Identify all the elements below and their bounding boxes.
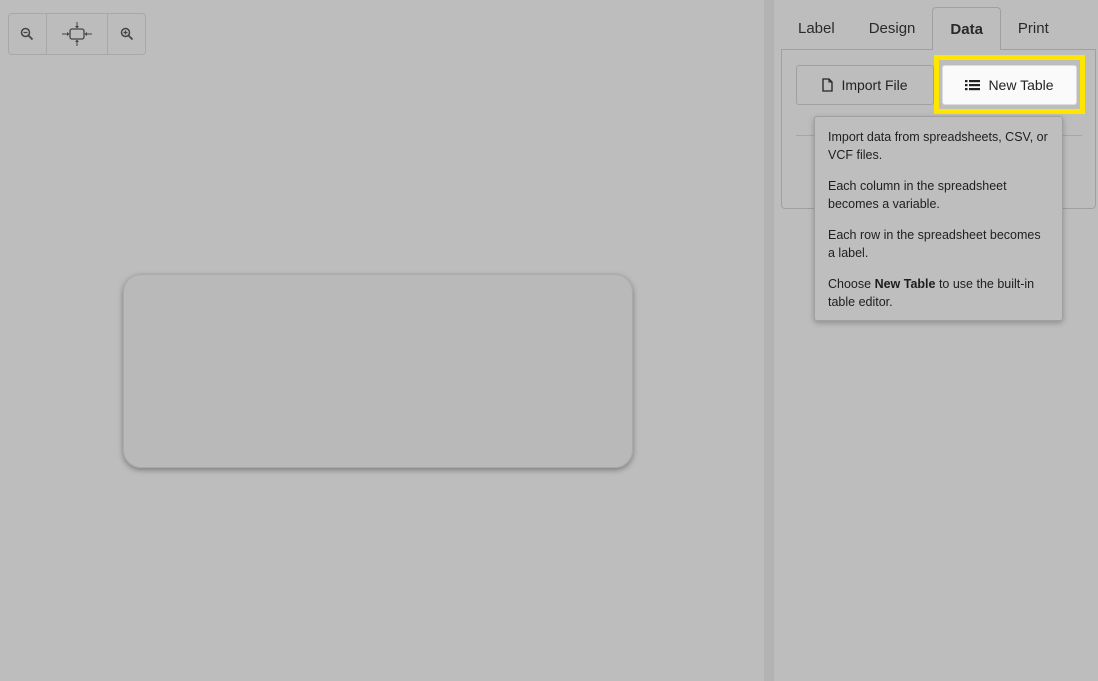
- tooltip-text-4: Choose New Table to use the built-in tab…: [828, 275, 1050, 311]
- import-help-tooltip: Import data from spreadsheets, CSV, or V…: [814, 116, 1063, 321]
- zoom-in-icon: [120, 27, 133, 41]
- tooltip-text-1: Import data from spreadsheets, CSV, or V…: [828, 130, 1048, 162]
- right-panel: Label Design Data Print Import File New …: [774, 0, 1098, 681]
- import-file-label: Import File: [841, 77, 908, 93]
- zoom-out-icon: [21, 27, 34, 41]
- file-icon: [822, 78, 834, 92]
- tooltip-text-3: Each row in the spreadsheet becomes a la…: [828, 228, 1041, 260]
- fit-to-window-button[interactable]: [47, 14, 109, 54]
- tooltip-text-2: Each column in the spreadsheet becomes a…: [828, 179, 1007, 211]
- zoom-in-button[interactable]: [108, 14, 145, 54]
- tab-bar: Label Design Data Print: [781, 7, 1098, 50]
- zoom-toolbar: [8, 13, 146, 55]
- list-icon: [965, 80, 981, 91]
- zoom-out-button[interactable]: [9, 14, 47, 54]
- tab-label[interactable]: Label: [781, 7, 852, 49]
- import-file-button[interactable]: Import File: [796, 65, 934, 105]
- tab-print[interactable]: Print: [1001, 7, 1066, 49]
- tab-design[interactable]: Design: [852, 7, 933, 49]
- canvas-area: [0, 0, 764, 681]
- fit-to-window-icon: [61, 22, 92, 46]
- tab-data[interactable]: Data: [932, 7, 1001, 50]
- label-preview[interactable]: [123, 274, 633, 468]
- panel-divider[interactable]: [764, 0, 774, 681]
- new-table-label: New Table: [988, 77, 1054, 93]
- new-table-button[interactable]: New Table: [942, 65, 1077, 105]
- tooltip-new-table-emphasis: New Table: [874, 277, 936, 291]
- tooltip-text-4-prefix: Choose: [828, 277, 875, 291]
